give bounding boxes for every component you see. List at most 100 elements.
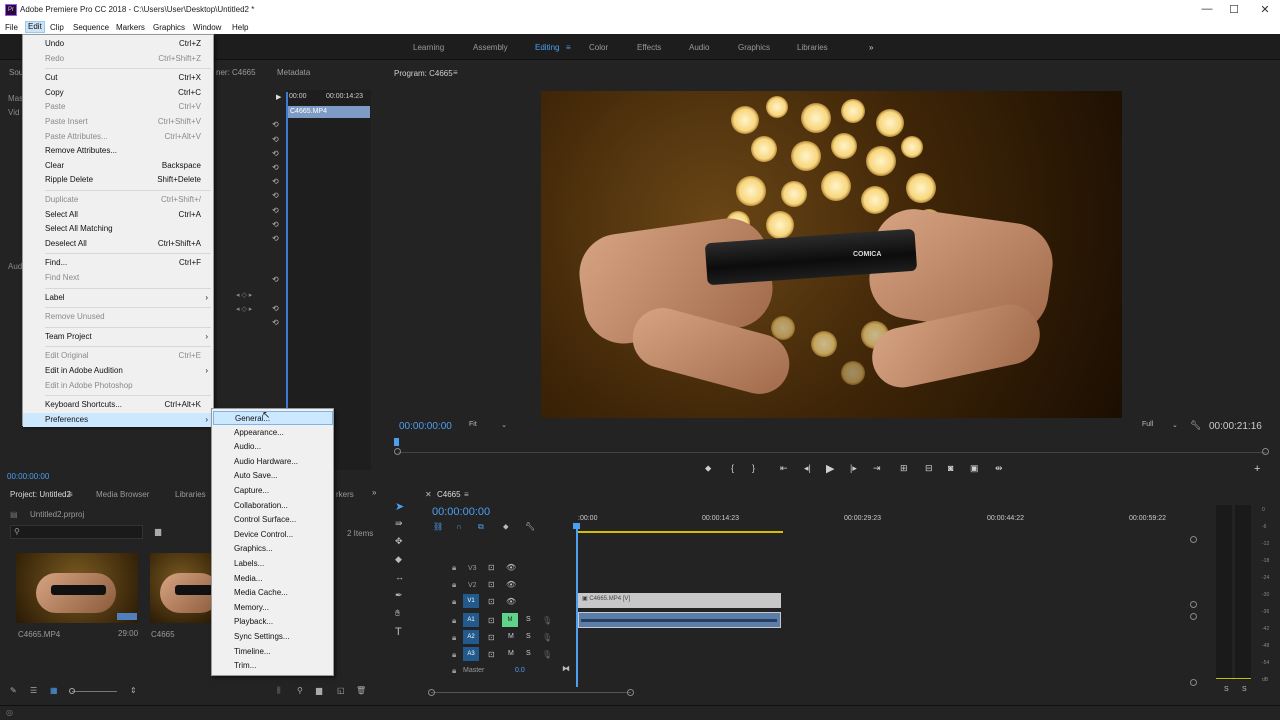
lock-icon[interactable]: 🔒︎ <box>452 650 456 660</box>
sync-lock-icon[interactable]: ⊡ <box>488 650 495 659</box>
sync-lock-icon[interactable]: ⊡ <box>488 563 495 572</box>
pref-item-audio-hardware[interactable]: Audio Hardware... <box>213 455 333 469</box>
lock-icon[interactable]: 🔒︎ <box>452 597 456 607</box>
menu-item-find[interactable]: Find... Ctrl+F <box>23 256 213 270</box>
reset-icon[interactable]: ⟲ <box>272 163 282 172</box>
program-title[interactable]: Program: C4665 <box>394 69 453 78</box>
pref-item-sync-settings[interactable]: Sync Settings... <box>213 630 333 644</box>
write-protect-icon[interactable]: ✎ <box>10 686 17 695</box>
export-frame-icon[interactable]: ◙ <box>948 463 953 473</box>
reset-icon[interactable]: ⟲ <box>272 275 282 284</box>
sort-icons-icon[interactable]: ⇕ <box>130 686 137 695</box>
pref-item-memory[interactable]: Memory... <box>213 601 333 615</box>
sync-lock-icon[interactable]: ⊡ <box>488 580 495 589</box>
pref-item-playback[interactable]: Playback... <box>213 615 333 629</box>
workspace-more-icon[interactable]: » <box>869 43 873 52</box>
menu-item-edit-in-adobe-audition[interactable]: Edit in Adobe Audition › <box>23 364 213 378</box>
lock-icon[interactable]: 🔒︎ <box>452 616 456 626</box>
lock-icon[interactable]: 🔒︎ <box>452 666 456 676</box>
tab-audio-clip-mixer[interactable]: ner: C4665 <box>216 68 256 77</box>
pref-item-trim[interactable]: Trim... <box>213 659 333 673</box>
menu-item-undo[interactable]: Undo Ctrl+Z <box>23 37 213 51</box>
add-marker-icon[interactable]: ⬥ <box>503 522 509 532</box>
pref-item-timeline[interactable]: Timeline... <box>213 645 333 659</box>
maximize-button[interactable]: ☐ <box>1219 3 1249 16</box>
reset-icon[interactable]: ⟲ <box>272 135 282 144</box>
eye-icon[interactable]: 👁︎ <box>506 597 516 606</box>
reset-icon[interactable]: ⟲ <box>272 191 282 200</box>
workspace-graphics[interactable]: Graphics <box>738 43 770 52</box>
mute-a3-button[interactable]: M <box>508 650 514 657</box>
voiceover-icon[interactable]: 🎙︎ <box>542 650 552 659</box>
track-select-tool-icon[interactable]: ⇛ <box>395 518 403 529</box>
tab-project[interactable]: Project: Untitled2 <box>10 490 71 499</box>
program-timecode[interactable]: 00:00:00:00 <box>399 421 452 432</box>
keyframe-nav-icon[interactable]: ◂ ◇ ▸ <box>236 305 252 313</box>
sync-lock-icon[interactable]: ⊡ <box>488 616 495 625</box>
button-editor-plus-icon[interactable]: + <box>1254 463 1260 475</box>
menu-graphics[interactable]: Graphics <box>153 23 185 32</box>
video-clip[interactable]: ▣ C4665.MP4 [V] <box>578 593 781 608</box>
menu-help[interactable]: Help <box>232 23 248 32</box>
menu-file[interactable]: File <box>5 23 18 32</box>
zoom-bar-start[interactable] <box>428 689 435 696</box>
tab-metadata[interactable]: Metadata <box>277 68 310 77</box>
menu-item-preferences[interactable]: Preferences › <box>23 412 213 427</box>
reset-icon[interactable]: ⟲ <box>272 234 282 243</box>
pen-tool-icon[interactable]: ✒ <box>395 590 403 601</box>
ripple-edit-tool-icon[interactable]: ✥ <box>395 536 403 547</box>
menu-item-clear[interactable]: Clear Backspace <box>23 159 213 173</box>
lock-icon[interactable]: 🔒︎ <box>452 563 456 573</box>
list-view-icon[interactable]: ☰ <box>30 686 37 695</box>
menu-item-cut[interactable]: Cut Ctrl+X <box>23 71 213 85</box>
playhead-handle[interactable] <box>573 523 580 529</box>
solo-a2-button[interactable]: S <box>526 633 531 640</box>
menu-sequence[interactable]: Sequence <box>73 23 109 32</box>
voiceover-icon[interactable]: 🎙︎ <box>542 616 552 625</box>
reset-icon[interactable]: ⟲ <box>272 149 282 158</box>
find-icon[interactable]: ⚲ <box>297 686 303 695</box>
thumbnail-c4665-sequence[interactable] <box>150 553 212 623</box>
pref-item-capture[interactable]: Capture... <box>213 484 333 498</box>
workspace-libraries[interactable]: Libraries <box>797 43 828 52</box>
workspace-learning[interactable]: Learning <box>413 43 444 52</box>
more-panels-icon[interactable]: » <box>372 488 376 497</box>
pref-item-labels[interactable]: Labels... <box>213 557 333 571</box>
track-scroll-handle[interactable] <box>1190 679 1197 686</box>
type-tool-icon[interactable]: T <box>395 626 402 638</box>
nest-toggle-icon[interactable]: ⛓︎ <box>433 522 443 531</box>
step-forward-icon[interactable]: |▸ <box>850 463 857 474</box>
mute-a1-button[interactable]: M <box>502 613 518 627</box>
menu-item-team-project[interactable]: Team Project › <box>23 330 213 344</box>
track-a2-target[interactable]: A2 <box>463 630 479 644</box>
menu-clip[interactable]: Clip <box>50 23 64 32</box>
workspace-menu-icon[interactable]: ≡ <box>566 43 571 52</box>
eye-icon[interactable]: 👁︎ <box>506 563 516 572</box>
eye-icon[interactable]: 👁︎ <box>506 580 516 589</box>
menu-item-select-all[interactable]: Select All Ctrl+A <box>23 208 213 222</box>
lift-icon[interactable]: ⊞ <box>900 463 908 474</box>
zoom-bar-end[interactable] <box>627 689 634 696</box>
play-icon[interactable]: ▶ <box>826 462 834 475</box>
track-v1-target[interactable]: V1 <box>463 594 479 608</box>
close-button[interactable]: ✕ <box>1250 3 1280 16</box>
workspace-color[interactable]: Color <box>589 43 608 52</box>
menu-edit[interactable]: Edit <box>25 21 45 33</box>
timeline-tab[interactable]: C4665 <box>437 490 461 499</box>
track-scroll-handle[interactable] <box>1190 613 1197 620</box>
mark-in-icon[interactable]: { <box>731 463 734 473</box>
menu-item-keyboard-shortcuts[interactable]: Keyboard Shortcuts... Ctrl+Alt+K <box>23 398 213 412</box>
zoom-slider[interactable] <box>72 691 117 692</box>
panel-menu-icon[interactable]: ≡ <box>464 490 469 499</box>
master-value[interactable]: 0.0 <box>515 667 525 674</box>
insert-icon[interactable]: ▣ <box>970 463 979 474</box>
pref-item-media-cache[interactable]: Media Cache... <box>213 586 333 600</box>
pref-item-media[interactable]: Media... <box>213 572 333 586</box>
step-back-icon[interactable]: ◂| <box>804 463 811 474</box>
solo-a3-button[interactable]: S <box>526 650 531 657</box>
reset-icon[interactable]: ⟲ <box>272 120 282 129</box>
ec-clip-bar[interactable]: C4665.MP4 <box>288 106 370 118</box>
track-a3-target[interactable]: A3 <box>463 647 479 661</box>
track-a1-target[interactable]: A1 <box>463 613 479 627</box>
go-to-end-icon[interactable]: ⧓ <box>562 664 570 673</box>
